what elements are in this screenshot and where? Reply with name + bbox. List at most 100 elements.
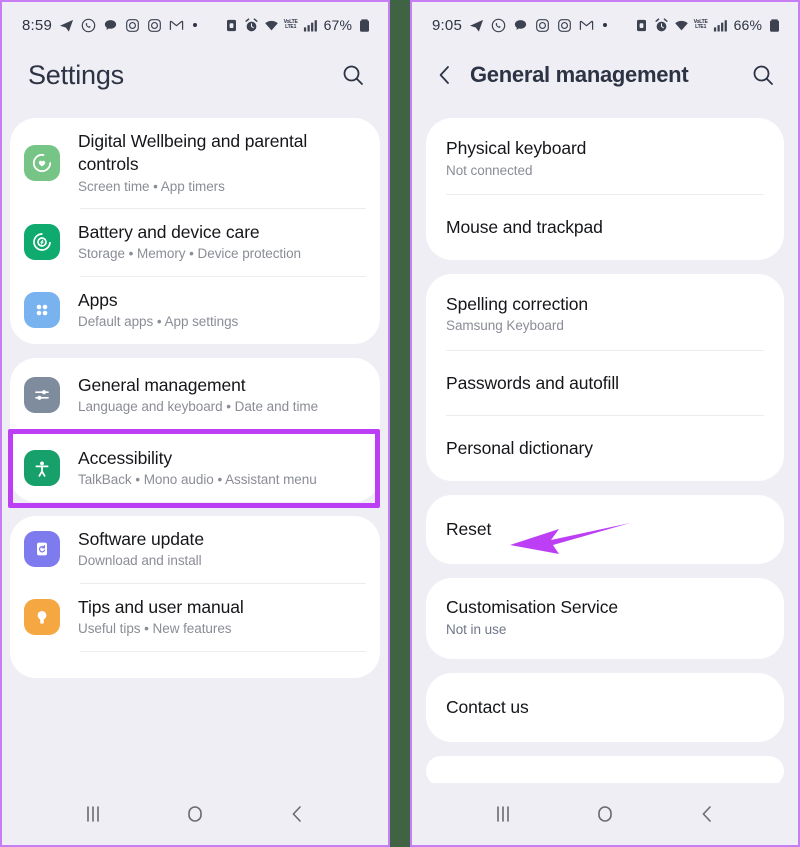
search-icon[interactable]	[336, 58, 370, 92]
list-item[interactable]: Spelling correction Samsung Keyboard	[426, 274, 784, 350]
more-dot-icon	[193, 23, 197, 27]
list-item-text: Digital Wellbeing and parental controls …	[78, 130, 366, 196]
sim-lock-icon	[224, 18, 239, 33]
settings-card-reset: Reset	[426, 495, 784, 564]
right-phone-panel: 9:05 VoLTE LTE1 66% General management P…	[410, 0, 800, 847]
list-item-text: Accessibility TalkBack • Mono audio • As…	[78, 447, 366, 490]
battery-percent: 67%	[323, 17, 352, 33]
list-item-title: Physical keyboard	[446, 138, 587, 158]
list-item[interactable]: Battery and device care Storage • Memory…	[10, 209, 380, 276]
list-item-title: Reset	[446, 519, 492, 540]
list-item-title: Tips and user manual	[78, 596, 244, 617]
list-item-subtitle: Useful tips • New features	[78, 621, 232, 637]
list-item-subtitle: Storage • Memory • Device protection	[78, 246, 301, 262]
list-item[interactable]: Tips and user manual Useful tips • New f…	[10, 584, 380, 651]
right-navigation-bar	[412, 783, 798, 845]
list-item[interactable]: Passwords and autofill	[426, 351, 784, 416]
home-icon[interactable]	[168, 794, 222, 834]
telegram-icon	[469, 18, 484, 33]
left-phone-panel: 8:59 VoLTE LTE1 67% Settings Digital Wel…	[0, 0, 390, 847]
list-item[interactable]: Software update Download and install	[10, 516, 380, 583]
settings-card-partial	[426, 755, 784, 783]
search-icon[interactable]	[746, 58, 780, 92]
settings-card: Spelling correction Samsung Keyboard Pas…	[426, 273, 784, 482]
list-item-title: Personal dictionary	[446, 438, 593, 459]
list-item[interactable]: Apps Default apps • App settings	[10, 277, 380, 344]
list-item-subtitle: Not in use	[446, 621, 507, 637]
instagram-alt-icon	[557, 18, 572, 33]
volte-label-bottom: LTE1	[695, 24, 707, 30]
list-item-reset[interactable]: Reset	[426, 495, 784, 564]
list-item-text: Contact us	[446, 696, 764, 719]
settings-card: Digital Wellbeing and parental controls …	[10, 118, 380, 344]
general-management-icon	[24, 377, 60, 414]
list-item-text: Passwords and autofill	[446, 372, 764, 395]
volte-icon: VoLTE LTE1	[284, 20, 298, 30]
card-bottom-pad	[10, 652, 380, 678]
list-item-text: Customisation Service Not in use	[446, 596, 764, 639]
settings-card: Physical keyboard Not connected Mouse an…	[426, 118, 784, 260]
list-item-text: Battery and device care Storage • Memory…	[78, 221, 366, 264]
list-item-text: Reset	[446, 518, 764, 541]
software-update-icon	[24, 531, 60, 568]
status-right-group: VoLTE LTE1 66%	[634, 17, 782, 33]
list-item-title: Battery and device care	[78, 221, 260, 242]
list-item[interactable]: Digital Wellbeing and parental controls …	[10, 118, 380, 208]
list-item-title: Passwords and autofill	[446, 372, 619, 393]
list-item-title: Accessibility	[78, 447, 173, 468]
list-item-text: Tips and user manual Useful tips • New f…	[78, 596, 366, 639]
more-dot-icon	[603, 23, 607, 27]
list-item-text: General management Language and keyboard…	[78, 374, 366, 417]
left-status-bar: 8:59 VoLTE LTE1 67%	[2, 2, 388, 48]
chat-icon	[513, 18, 528, 33]
list-item-title: Software update	[78, 528, 204, 549]
list-item-text: Personal dictionary	[446, 437, 764, 460]
list-item[interactable]: Customisation Service Not in use	[426, 578, 784, 659]
settings-card: Software update Download and install Tip…	[10, 515, 380, 678]
list-item-text: Apps Default apps • App settings	[78, 289, 366, 332]
back-chevron-icon[interactable]	[428, 58, 462, 92]
settings-card: Customisation Service Not in use	[426, 577, 784, 659]
battery-device-care-icon	[24, 224, 60, 261]
home-icon[interactable]	[578, 794, 632, 834]
battery-icon	[357, 18, 372, 33]
list-item-subtitle: Default apps • App settings	[78, 314, 239, 330]
right-settings-list[interactable]: Physical keyboard Not connected Mouse an…	[412, 118, 798, 783]
alarm-icon	[244, 17, 259, 33]
list-item-title: Apps	[78, 289, 118, 310]
whatsapp-icon	[491, 18, 506, 33]
list-item[interactable]: Contact us	[426, 673, 784, 742]
signal-icon	[713, 18, 728, 33]
list-item-text: Spelling correction Samsung Keyboard	[446, 293, 764, 336]
list-item[interactable]: Personal dictionary	[426, 416, 784, 481]
recents-icon[interactable]	[66, 794, 120, 834]
back-icon[interactable]	[680, 794, 734, 834]
recents-icon[interactable]	[476, 794, 530, 834]
page-title: General management	[470, 62, 689, 87]
list-item-title: Customisation Service	[446, 596, 618, 617]
list-item-text: Mouse and trackpad	[446, 216, 764, 239]
list-item[interactable]: Accessibility TalkBack • Mono audio • As…	[10, 433, 380, 502]
list-item-subtitle: Language and keyboard • Date and time	[78, 399, 319, 415]
list-item[interactable]: Mouse and trackpad	[426, 195, 784, 260]
status-time: 9:05	[432, 16, 462, 34]
wifi-icon	[674, 18, 689, 33]
list-item[interactable]: Physical keyboard Not connected	[426, 118, 784, 194]
status-right-group: VoLTE LTE1 67%	[224, 17, 372, 33]
status-left-group: 9:05	[432, 17, 609, 34]
status-time: 8:59	[22, 16, 52, 34]
sidebar-item-general-management[interactable]: General management Language and keyboard…	[10, 358, 380, 433]
volte-icon: VoLTE LTE1	[694, 20, 708, 30]
left-settings-list[interactable]: Digital Wellbeing and parental controls …	[2, 118, 388, 783]
signal-icon	[303, 18, 318, 33]
instagram-icon	[125, 18, 140, 33]
settings-card: General management Language and keyboard…	[10, 357, 380, 502]
list-item-subtitle: Screen time • App timers	[78, 178, 225, 194]
instagram-alt-icon	[147, 18, 162, 33]
back-icon[interactable]	[270, 794, 324, 834]
list-item-subtitle: Samsung Keyboard	[446, 318, 564, 334]
battery-percent: 66%	[733, 17, 762, 33]
left-app-bar: Settings	[2, 48, 388, 118]
sim-lock-icon	[634, 18, 649, 33]
accessibility-icon	[24, 450, 60, 487]
